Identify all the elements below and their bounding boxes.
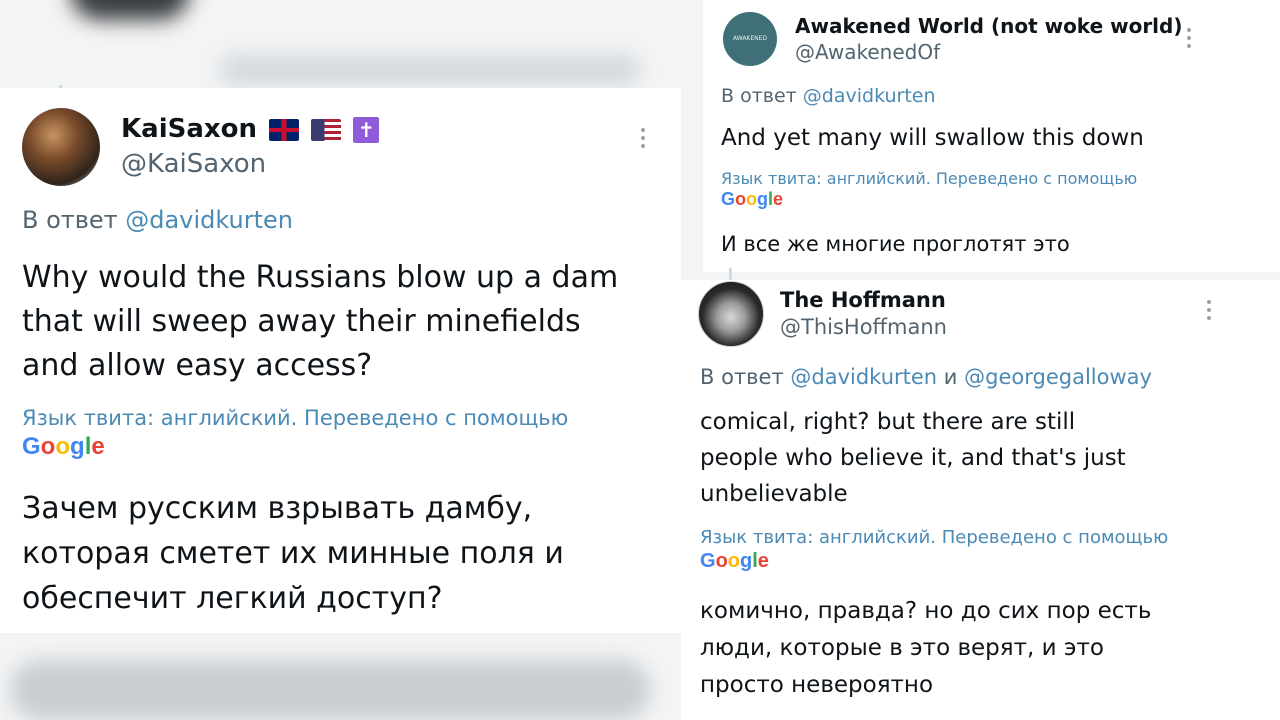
reply-context: В ответ @davidkurten и @georgegalloway: [700, 365, 1152, 389]
translation-note[interactable]: Язык твита: английский. Переведено с пом…: [700, 527, 1168, 548]
reply-prefix: В ответ: [700, 365, 784, 389]
mention-link[interactable]: @davidkurten: [790, 365, 937, 389]
blurred-background-shape: [220, 55, 640, 85]
tweet-text: Why would the Russians blow up a dam tha…: [22, 260, 619, 383]
avatar[interactable]: [22, 108, 100, 186]
handle[interactable]: @AwakenedOf: [795, 40, 940, 64]
google-logo: Google: [721, 189, 784, 209]
reply-context: В ответ @davidkurten: [22, 206, 293, 234]
google-logo: Google: [22, 433, 105, 460]
display-name-text[interactable]: KaiSaxon: [121, 114, 257, 144]
tweet-card-kaisaxon[interactable]: KaiSaxon ✝ @KaiSaxon В ответ @davidkurte…: [0, 88, 681, 633]
blurred-background-shape: [70, 0, 190, 20]
avatar-text: AWAKENED WORLD: [732, 35, 768, 42]
translated-text: комично, правда? но до сих пор есть люди…: [700, 598, 1152, 698]
reply-and: и: [943, 365, 958, 389]
mention-link[interactable]: @davidkurten: [125, 206, 293, 234]
tweet-text: And yet many will swallow this down: [721, 125, 1144, 151]
display-name[interactable]: KaiSaxon ✝: [121, 114, 380, 144]
translated-text: Зачем русским взрывать дамбу, которая см…: [22, 491, 564, 616]
tweet-card-hoffmann[interactable]: The Hoffmann @ThisHoffmann В ответ @davi…: [681, 280, 1280, 720]
more-options-icon[interactable]: [639, 128, 647, 152]
reply-prefix: В ответ: [721, 85, 797, 107]
mention-link[interactable]: @davidkurten: [803, 85, 936, 107]
translated-text: И все же многие проглотят это: [721, 232, 1070, 256]
cross-icon: ✝: [353, 116, 380, 143]
handle[interactable]: @KaiSaxon: [121, 149, 266, 179]
uk-flag-icon: [269, 118, 300, 141]
handle[interactable]: @ThisHoffmann: [780, 315, 947, 339]
tweet-card-awakened[interactable]: AWAKENED WORLD Awakened World (not woke …: [703, 0, 1280, 272]
display-name[interactable]: The Hoffmann: [780, 288, 946, 312]
translation-note[interactable]: Язык твита: английский. Переведено с пом…: [721, 169, 1137, 188]
reply-context: В ответ @davidkurten: [721, 85, 936, 107]
translation-note[interactable]: Язык твита: английский. Переведено с пом…: [22, 406, 568, 430]
mention-link[interactable]: @georgegalloway: [964, 365, 1152, 389]
more-options-icon[interactable]: [1185, 28, 1193, 52]
avatar[interactable]: AWAKENED WORLD: [723, 12, 777, 66]
display-name[interactable]: Awakened World (not woke world): [795, 14, 1183, 38]
us-flag-icon: [311, 118, 342, 141]
blurred-background-shape: [10, 660, 650, 720]
reply-prefix: В ответ: [22, 206, 118, 234]
tweet-text: comical, right? but there are still peop…: [700, 409, 1126, 507]
google-logo: Google: [700, 550, 769, 572]
more-options-icon[interactable]: [1205, 300, 1213, 324]
avatar[interactable]: [698, 281, 764, 347]
